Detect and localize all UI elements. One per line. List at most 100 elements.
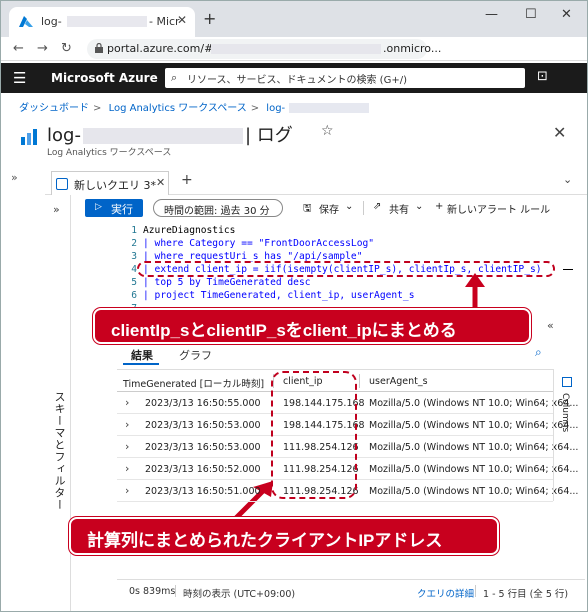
callout-top-text: clientIp_sとclientIP_sをclient_ipにまとめる	[111, 321, 457, 340]
time-range-picker[interactable]: 時間の範囲: 過去 30 分	[153, 199, 283, 217]
schema-filter-label[interactable]: スキーマとフィルター	[51, 391, 67, 511]
left-rail: »	[1, 167, 45, 611]
breadcrumb-dashboard[interactable]: ダッシュボード	[19, 103, 89, 114]
global-search-input[interactable]: ⌕ リソース、サービス、ドキュメントの検索 (G+/)	[165, 68, 525, 88]
share-chevron-icon[interactable]: ⌄	[415, 201, 423, 212]
azure-top-bar: ☰ Microsoft Azure ⌕ リソース、サービス、ドキュメントの検索 …	[1, 63, 587, 93]
browser-window: log- - Micr ✕ + — ☐ ✕ ← → ↻ portal.azure…	[0, 0, 588, 612]
expand-row-icon[interactable]: ›	[125, 484, 129, 497]
expand-row-icon[interactable]: ›	[125, 462, 129, 475]
cell-time: 2023/3/13 16:50:55.000	[145, 398, 261, 409]
save-chevron-icon[interactable]: ⌄	[345, 201, 353, 212]
share-button[interactable]: 共有	[389, 201, 409, 216]
close-tab-icon[interactable]: ✕	[177, 13, 187, 27]
line-number: 3	[131, 251, 137, 262]
run-button[interactable]: ▷ 実行	[85, 199, 143, 217]
cell-useragent: Mozilla/5.0 (Windows NT 10.0; Win64; x64…	[369, 464, 579, 475]
highlight-extend-line	[137, 261, 555, 277]
query-duration: 0s 839ms	[129, 586, 176, 597]
azure-brand[interactable]: Microsoft Azure	[51, 71, 158, 85]
cell-time: 2023/3/13 16:50:52.000	[145, 464, 261, 475]
tab-list-chevron-icon[interactable]: ⌄	[563, 173, 572, 186]
tab-new-query[interactable]: 新しいクエリ 3* ✕	[51, 171, 169, 195]
forward-icon[interactable]: →	[37, 41, 48, 56]
divider	[363, 201, 364, 215]
callout-top: clientIp_sとclientIP_sをclient_ipにまとめる	[93, 308, 531, 344]
row-count: 1 - 5 行目 (全 5 行)	[483, 589, 569, 600]
time-range-label: 時間の範囲: 過去 30 分	[164, 206, 270, 217]
tab-chart[interactable]: グラフ	[179, 347, 212, 363]
line-number: 4	[131, 264, 137, 275]
search-icon: ⌕	[171, 71, 178, 84]
close-window-icon[interactable]: ✕	[561, 7, 572, 22]
azure-logo-icon	[19, 16, 33, 27]
expand-row-icon[interactable]: ›	[125, 418, 129, 431]
cell-useragent: Mozilla/5.0 (Windows NT 10.0; Win64; x64…	[369, 398, 579, 409]
breadcrumb-workspaces[interactable]: Log Analytics ワークスペース	[109, 103, 247, 114]
hamburger-menu-icon[interactable]: ☰	[13, 69, 26, 87]
close-blade-icon[interactable]: ✕	[553, 123, 566, 142]
url-field[interactable]: portal.azure.com/#@ .onmicro...	[87, 39, 441, 59]
active-tab-underline	[123, 363, 159, 365]
redacted-region	[67, 16, 147, 27]
expand-schema-icon[interactable]: »	[53, 203, 60, 216]
line-number: 5	[131, 277, 137, 288]
new-tab-button[interactable]: +	[203, 9, 216, 28]
column-divider[interactable]	[359, 374, 360, 388]
back-icon[interactable]: ←	[13, 41, 24, 56]
log-analytics-icon	[21, 129, 37, 145]
query-details-link[interactable]: クエリの詳細	[417, 586, 474, 600]
cell-time: 2023/3/13 16:50:51.000	[145, 486, 261, 497]
code-line: | top 5 by TimeGenerated desc	[143, 277, 311, 288]
browser-tab[interactable]: log- - Micr ✕	[9, 7, 195, 37]
column-header-useragent[interactable]: userAgent_s	[369, 376, 428, 387]
results-search-icon[interactable]: ⌕	[535, 345, 542, 360]
callout-bottom: 計算列にまとめられたクライアントIPアドレス	[69, 517, 499, 555]
code-line: AzureDiagnostics	[143, 225, 236, 236]
expand-menu-icon[interactable]: »	[11, 171, 18, 184]
query-toolbar: ▷ 実行 時間の範囲: 過去 30 分 🖫 保存 ⌄ ⇗ 共有 ⌄ + 新しいア…	[71, 195, 587, 221]
columns-icon	[562, 377, 572, 387]
breadcrumb: ダッシュボード > Log Analytics ワークスペース > log-	[19, 99, 373, 114]
title-prefix: log-	[47, 125, 81, 146]
redacted-region	[211, 44, 381, 54]
query-tab-label: 新しいクエリ 3*	[74, 179, 156, 192]
reload-icon[interactable]: ↻	[61, 41, 72, 56]
address-bar-row: ← → ↻ portal.azure.com/#@ .onmicro... ⇪ …	[1, 37, 587, 93]
page-subtitle: Log Analytics ワークスペース	[47, 148, 172, 158]
cloud-shell-icon[interactable]: ⊡	[537, 69, 548, 84]
add-query-tab-icon[interactable]: +	[181, 172, 193, 188]
code-line: | project TimeGenerated, client_ip, user…	[143, 290, 415, 301]
tab-results[interactable]: 結果	[131, 347, 153, 363]
close-query-tab-icon[interactable]: ✕	[156, 176, 165, 189]
url-text: portal.azure.com/#@	[107, 42, 225, 55]
share-icon: ⇗	[373, 201, 382, 212]
search-placeholder: リソース、サービス、ドキュメントの検索 (G+/)	[187, 75, 407, 86]
cell-time: 2023/3/13 16:50:53.000	[145, 420, 261, 431]
results-tabs: 結果 グラフ	[117, 345, 551, 367]
maximize-icon[interactable]: ☐	[525, 7, 537, 22]
redacted-region	[82, 128, 243, 144]
breadcrumb-workspace[interactable]: log-	[266, 103, 285, 114]
minimize-icon[interactable]: —	[485, 7, 498, 22]
tab-title-prefix: log-	[41, 15, 62, 28]
callout-bottom-text: 計算列にまとめられたクライアントIPアドレス	[87, 531, 443, 550]
save-button[interactable]: 保存	[319, 201, 339, 216]
collapse-editor-icon[interactable]: «	[547, 319, 554, 332]
expand-row-icon[interactable]: ›	[125, 396, 129, 409]
run-label: 実行	[111, 203, 133, 216]
columns-label: Columns	[560, 393, 570, 433]
column-header-timegenerated[interactable]: TimeGenerated [ローカル時刻]	[123, 376, 264, 390]
time-display-toggle[interactable]: 時刻の表示 (UTC+09:00)	[183, 586, 295, 600]
title-suffix: | ログ	[244, 125, 293, 146]
favorite-star-icon[interactable]: ☆	[321, 123, 334, 139]
cell-useragent: Mozilla/5.0 (Windows NT 10.0; Win64; x64…	[369, 486, 579, 497]
line-number: 6	[131, 290, 137, 301]
new-alert-rule-button[interactable]: 新しいアラート ルール	[447, 201, 550, 216]
status-bar: 0s 839ms 時刻の表示 (UTC+09:00) クエリの詳細 1 - 5 …	[117, 579, 585, 601]
page-title: log- | ログ	[47, 121, 293, 147]
code-line: | where Category == "FrontDoorAccessLog"	[143, 238, 375, 249]
query-tab-bar: 新しいクエリ 3* ✕ + ⌄	[45, 167, 587, 195]
expand-row-icon[interactable]: ›	[125, 440, 129, 453]
columns-panel-toggle[interactable]: Columns	[553, 369, 587, 501]
